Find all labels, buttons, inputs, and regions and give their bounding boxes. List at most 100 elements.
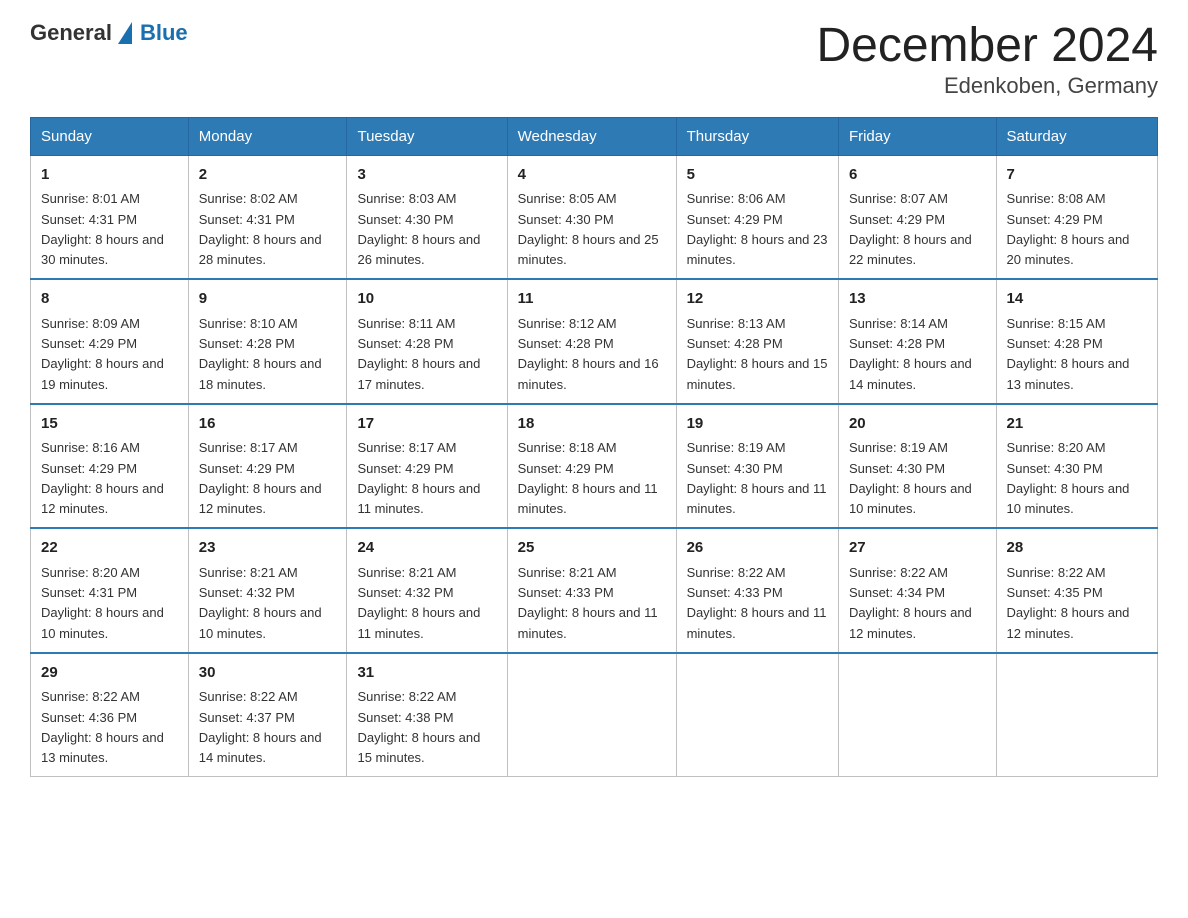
calendar-cell — [838, 653, 996, 777]
calendar-week-row: 15Sunrise: 8:16 AMSunset: 4:29 PMDayligh… — [31, 404, 1158, 529]
day-info: Sunrise: 8:21 AMSunset: 4:32 PMDaylight:… — [199, 565, 322, 641]
header-row: SundayMondayTuesdayWednesdayThursdayFrid… — [31, 117, 1158, 155]
day-info: Sunrise: 8:07 AMSunset: 4:29 PMDaylight:… — [849, 191, 972, 267]
calendar-cell: 10 Sunrise: 8:11 AMSunset: 4:28 PMDayligh… — [347, 279, 507, 404]
day-number: 7 — [1007, 164, 1147, 187]
day-number: 20 — [849, 413, 986, 436]
day-number: 2 — [199, 164, 337, 187]
day-number: 3 — [357, 164, 496, 187]
day-info: Sunrise: 8:22 AMSunset: 4:33 PMDaylight:… — [687, 565, 827, 641]
day-number: 30 — [199, 662, 337, 685]
page-header: General Blue December 2024 Edenkoben, Ge… — [30, 20, 1158, 99]
location-title: Edenkoben, Germany — [816, 73, 1158, 99]
day-number: 16 — [199, 413, 337, 436]
calendar-week-row: 29 Sunrise: 8:22 AMSunset: 4:36 PMDayligh… — [31, 653, 1158, 777]
calendar-cell: 24Sunrise: 8:21 AMSunset: 4:32 PMDayligh… — [347, 528, 507, 653]
logo-triangle-icon — [118, 22, 132, 44]
calendar-cell: 9 Sunrise: 8:10 AMSunset: 4:28 PMDaylight… — [188, 279, 347, 404]
calendar-cell: 26 Sunrise: 8:22 AMSunset: 4:33 PMDayligh… — [676, 528, 838, 653]
calendar-cell: 5Sunrise: 8:06 AMSunset: 4:29 PMDaylight… — [676, 155, 838, 279]
day-info: Sunrise: 8:22 AMSunset: 4:35 PMDaylight:… — [1007, 565, 1130, 641]
calendar-cell — [676, 653, 838, 777]
day-info: Sunrise: 8:22 AMSunset: 4:38 PMDaylight:… — [357, 689, 480, 765]
day-number: 15 — [41, 413, 178, 436]
header-cell-wednesday: Wednesday — [507, 117, 676, 155]
day-info: Sunrise: 8:13 AMSunset: 4:28 PMDaylight:… — [687, 316, 828, 392]
header-cell-thursday: Thursday — [676, 117, 838, 155]
calendar-cell: 15Sunrise: 8:16 AMSunset: 4:29 PMDayligh… — [31, 404, 189, 529]
title-block: December 2024 Edenkoben, Germany — [816, 20, 1158, 99]
day-info: Sunrise: 8:21 AMSunset: 4:33 PMDaylight:… — [518, 565, 658, 641]
day-info: Sunrise: 8:20 AMSunset: 4:31 PMDaylight:… — [41, 565, 164, 641]
day-info: Sunrise: 8:03 AMSunset: 4:30 PMDaylight:… — [357, 191, 480, 267]
day-info: Sunrise: 8:10 AMSunset: 4:28 PMDaylight:… — [199, 316, 322, 392]
day-info: Sunrise: 8:17 AMSunset: 4:29 PMDaylight:… — [199, 440, 322, 516]
day-number: 28 — [1007, 537, 1147, 560]
calendar-cell: 25 Sunrise: 8:21 AMSunset: 4:33 PMDayligh… — [507, 528, 676, 653]
day-number: 17 — [357, 413, 496, 436]
day-number: 18 — [518, 413, 666, 436]
calendar-header: SundayMondayTuesdayWednesdayThursdayFrid… — [31, 117, 1158, 155]
day-info: Sunrise: 8:22 AMSunset: 4:34 PMDaylight:… — [849, 565, 972, 641]
day-number: 4 — [518, 164, 666, 187]
calendar-cell: 11 Sunrise: 8:12 AMSunset: 4:28 PMDayligh… — [507, 279, 676, 404]
day-number: 22 — [41, 537, 178, 560]
calendar-cell: 31 Sunrise: 8:22 AMSunset: 4:38 PMDayligh… — [347, 653, 507, 777]
day-number: 9 — [199, 288, 337, 311]
calendar-week-row: 22 Sunrise: 8:20 AMSunset: 4:31 PMDayligh… — [31, 528, 1158, 653]
calendar-cell: 21 Sunrise: 8:20 AMSunset: 4:30 PMDayligh… — [996, 404, 1157, 529]
day-number: 27 — [849, 537, 986, 560]
day-number: 10 — [357, 288, 496, 311]
day-number: 25 — [518, 537, 666, 560]
day-info: Sunrise: 8:19 AMSunset: 4:30 PMDaylight:… — [849, 440, 972, 516]
day-number: 23 — [199, 537, 337, 560]
calendar-week-row: 1 Sunrise: 8:01 AMSunset: 4:31 PMDaylight… — [31, 155, 1158, 279]
calendar-cell: 28 Sunrise: 8:22 AMSunset: 4:35 PMDayligh… — [996, 528, 1157, 653]
logo: General Blue — [30, 20, 188, 46]
calendar-cell: 17 Sunrise: 8:17 AMSunset: 4:29 PMDayligh… — [347, 404, 507, 529]
day-info: Sunrise: 8:12 AMSunset: 4:28 PMDaylight:… — [518, 316, 659, 392]
calendar-cell — [996, 653, 1157, 777]
header-cell-saturday: Saturday — [996, 117, 1157, 155]
day-number: 13 — [849, 288, 986, 311]
day-number: 1 — [41, 164, 178, 187]
day-number: 26 — [687, 537, 828, 560]
calendar-week-row: 8Sunrise: 8:09 AMSunset: 4:29 PMDaylight… — [31, 279, 1158, 404]
day-info: Sunrise: 8:05 AMSunset: 4:30 PMDaylight:… — [518, 191, 659, 267]
day-info: Sunrise: 8:15 AMSunset: 4:28 PMDaylight:… — [1007, 316, 1130, 392]
calendar-cell: 19Sunrise: 8:19 AMSunset: 4:30 PMDayligh… — [676, 404, 838, 529]
calendar-cell: 3 Sunrise: 8:03 AMSunset: 4:30 PMDaylight… — [347, 155, 507, 279]
day-number: 11 — [518, 288, 666, 311]
day-info: Sunrise: 8:18 AMSunset: 4:29 PMDaylight:… — [518, 440, 658, 516]
day-number: 21 — [1007, 413, 1147, 436]
calendar-cell: 30 Sunrise: 8:22 AMSunset: 4:37 PMDayligh… — [188, 653, 347, 777]
day-info: Sunrise: 8:14 AMSunset: 4:28 PMDaylight:… — [849, 316, 972, 392]
header-cell-friday: Friday — [838, 117, 996, 155]
page-title: December 2024 — [816, 20, 1158, 73]
day-info: Sunrise: 8:20 AMSunset: 4:30 PMDaylight:… — [1007, 440, 1130, 516]
day-number: 19 — [687, 413, 828, 436]
day-info: Sunrise: 8:06 AMSunset: 4:29 PMDaylight:… — [687, 191, 828, 267]
day-info: Sunrise: 8:01 AMSunset: 4:31 PMDaylight:… — [41, 191, 164, 267]
logo-text-blue: Blue — [140, 20, 188, 46]
day-number: 29 — [41, 662, 178, 685]
calendar-cell: 16 Sunrise: 8:17 AMSunset: 4:29 PMDayligh… — [188, 404, 347, 529]
calendar-cell: 12 Sunrise: 8:13 AMSunset: 4:28 PMDayligh… — [676, 279, 838, 404]
day-number: 14 — [1007, 288, 1147, 311]
day-info: Sunrise: 8:11 AMSunset: 4:28 PMDaylight:… — [357, 316, 480, 392]
calendar-cell: 13 Sunrise: 8:14 AMSunset: 4:28 PMDayligh… — [838, 279, 996, 404]
day-number: 6 — [849, 164, 986, 187]
day-number: 31 — [357, 662, 496, 685]
day-info: Sunrise: 8:02 AMSunset: 4:31 PMDaylight:… — [199, 191, 322, 267]
day-info: Sunrise: 8:22 AMSunset: 4:37 PMDaylight:… — [199, 689, 322, 765]
calendar-cell: 8Sunrise: 8:09 AMSunset: 4:29 PMDaylight… — [31, 279, 189, 404]
header-cell-sunday: Sunday — [31, 117, 189, 155]
day-info: Sunrise: 8:21 AMSunset: 4:32 PMDaylight:… — [357, 565, 480, 641]
day-info: Sunrise: 8:09 AMSunset: 4:29 PMDaylight:… — [41, 316, 164, 392]
calendar-cell: 20 Sunrise: 8:19 AMSunset: 4:30 PMDayligh… — [838, 404, 996, 529]
day-info: Sunrise: 8:17 AMSunset: 4:29 PMDaylight:… — [357, 440, 480, 516]
calendar-cell: 14 Sunrise: 8:15 AMSunset: 4:28 PMDayligh… — [996, 279, 1157, 404]
calendar-cell: 22 Sunrise: 8:20 AMSunset: 4:31 PMDayligh… — [31, 528, 189, 653]
day-number: 12 — [687, 288, 828, 311]
day-info: Sunrise: 8:22 AMSunset: 4:36 PMDaylight:… — [41, 689, 164, 765]
